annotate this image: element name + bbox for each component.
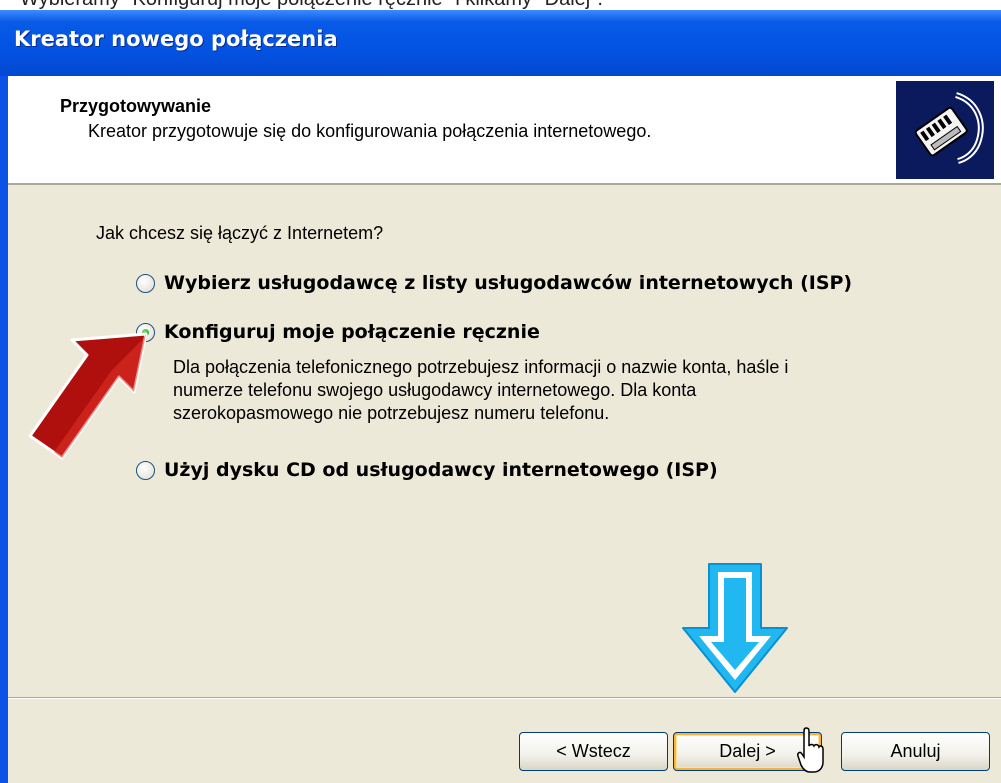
mouse-cursor-icon	[797, 727, 824, 773]
option-use-cd[interactable]: Użyj dysku CD od usługodawcy internetowe…	[136, 459, 718, 481]
option-manual-setup[interactable]: Konfiguruj moje połączenie ręcznie	[136, 321, 540, 343]
manual-setup-description: Dla połączenia telefonicznego potrzebuje…	[173, 356, 953, 425]
description-line: numerze telefonu swojego usługodawcy int…	[173, 380, 697, 400]
blue-arrow-icon	[682, 563, 788, 693]
back-button[interactable]: < Wstecz	[519, 732, 668, 771]
radio-select-isp[interactable]	[136, 273, 155, 293]
option-use-cd-label[interactable]: Użyj dysku CD od usługodawcy internetowe…	[164, 459, 718, 481]
page-title: Przygotowywanie	[60, 96, 212, 116]
network-cable-icon	[896, 81, 994, 179]
cancel-button[interactable]: Anuluj	[841, 732, 990, 771]
wizard-client-area: Przygotowywanie Kreator przygotowuje się…	[8, 76, 1001, 783]
description-line: szerokopasmowego nie potrzebujesz numeru…	[173, 403, 610, 423]
wizard-header: Przygotowywanie Kreator przygotowuje się…	[8, 76, 1001, 185]
connection-question: Jak chcesz się łączyć z Internetem?	[96, 223, 384, 243]
window-title: Kreator nowego połączenia	[14, 27, 338, 51]
red-arrow-icon	[28, 332, 148, 460]
option-select-isp-label[interactable]: Wybierz usługodawcę z listy usługodawców…	[164, 272, 852, 294]
button-separator	[8, 697, 1001, 699]
option-manual-setup-label[interactable]: Konfiguruj moje połączenie ręcznie	[164, 321, 540, 343]
title-bar[interactable]: Kreator nowego połączenia	[0, 10, 1001, 76]
page-subtitle: Kreator przygotowuje się do konfigurowan…	[88, 121, 652, 141]
option-select-isp[interactable]: Wybierz usługodawcę z listy usługodawców…	[136, 272, 852, 294]
description-line: Dla połączenia telefonicznego potrzebuje…	[173, 357, 789, 377]
